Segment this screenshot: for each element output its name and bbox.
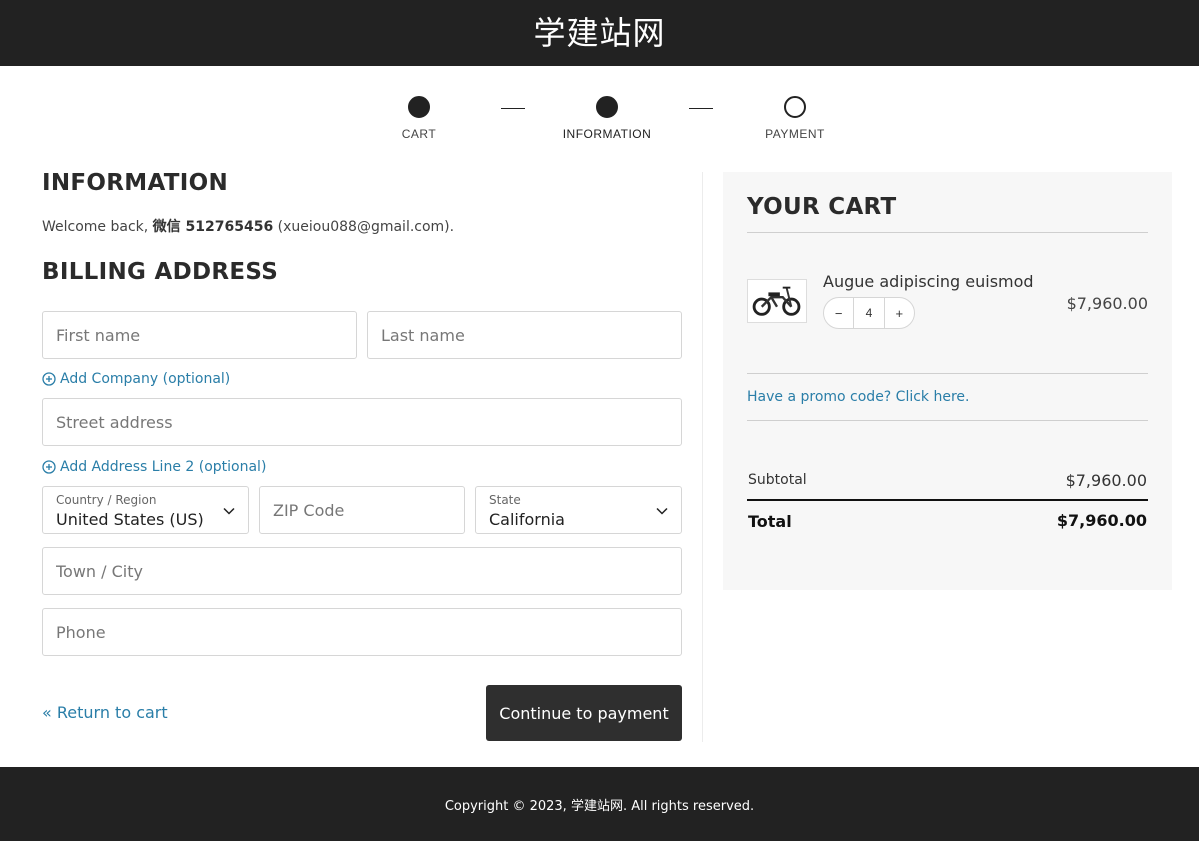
plus-circle-icon <box>42 372 56 386</box>
country-select[interactable]: Country / Region United States (US) <box>42 486 249 534</box>
subtotal-label: Subtotal <box>748 472 807 488</box>
last-name-input[interactable] <box>368 312 681 358</box>
quantity-stepper: − 4 + <box>823 297 915 329</box>
cart-divider <box>747 373 1148 374</box>
user-email: (xueiou088@gmail.com). <box>273 219 455 235</box>
step-information-dot <box>596 96 618 118</box>
zip-input[interactable] <box>260 487 464 533</box>
street-address-field <box>42 398 682 446</box>
step-payment-label: PAYMENT <box>765 127 825 141</box>
return-to-cart-link[interactable]: « Return to cart <box>42 703 168 722</box>
plus-circle-icon <box>42 460 56 474</box>
information-title: INFORMATION <box>42 170 229 196</box>
total-label: Total <box>748 512 792 531</box>
last-name-field <box>367 311 682 359</box>
phone-input[interactable] <box>43 609 681 655</box>
add-company-link[interactable]: Add Company (optional) <box>42 371 230 387</box>
decrement-button[interactable]: − <box>824 298 853 328</box>
billing-address-title: BILLING ADDRESS <box>42 259 279 285</box>
step-connector <box>501 108 525 109</box>
step-payment-dot <box>784 96 806 118</box>
add-address-line2-label: Add Address Line 2 (optional) <box>60 459 267 475</box>
welcome-message: Welcome back, 微信 512765456 (xueiou088@gm… <box>42 216 682 236</box>
welcome-prefix: Welcome back, <box>42 219 153 235</box>
state-value: California <box>489 510 565 529</box>
step-cart[interactable]: CART <box>359 96 479 141</box>
subtotal-value: $7,960.00 <box>1065 471 1147 490</box>
add-address-line2-link[interactable]: Add Address Line 2 (optional) <box>42 459 266 475</box>
product-thumbnail[interactable] <box>747 279 807 323</box>
product-price: $7,960.00 <box>1066 294 1148 313</box>
phone-field <box>42 608 682 656</box>
continue-to-payment-button[interactable]: Continue to payment <box>486 685 682 741</box>
step-information: INFORMATION <box>547 96 667 141</box>
total-divider <box>747 499 1148 501</box>
state-label: State <box>489 493 521 507</box>
country-value: United States (US) <box>56 510 204 529</box>
ebike-icon <box>752 286 801 316</box>
add-company-label: Add Company (optional) <box>60 371 231 387</box>
user-name: 微信 512765456 <box>152 219 274 235</box>
first-name-field <box>42 311 357 359</box>
checkout-steps: CART INFORMATION PAYMENT <box>0 96 1199 146</box>
cart-title: YOUR CART <box>747 194 897 220</box>
top-header: 学建站网 <box>0 0 1199 66</box>
street-address-input[interactable] <box>43 399 681 445</box>
zip-field <box>259 486 465 534</box>
column-divider <box>702 172 703 742</box>
chevron-down-icon <box>223 507 235 515</box>
step-information-label: INFORMATION <box>562 127 652 141</box>
cart-summary: YOUR CART Augue adipiscing euismod − 4 +… <box>723 172 1172 590</box>
city-input[interactable] <box>43 548 681 594</box>
step-connector <box>689 108 713 109</box>
step-cart-label: CART <box>401 127 437 141</box>
step-cart-dot <box>408 96 430 118</box>
first-name-input[interactable] <box>43 312 356 358</box>
step-payment: PAYMENT <box>735 96 855 141</box>
cart-divider <box>747 232 1148 233</box>
footer: Copyright © 2023, 学建站网. All rights reser… <box>0 767 1199 841</box>
chevron-down-icon <box>656 507 668 515</box>
information-section: INFORMATION Welcome back, 微信 512765456 (… <box>42 170 682 285</box>
city-field <box>42 547 682 595</box>
country-label: Country / Region <box>56 493 157 507</box>
increment-button[interactable]: + <box>885 298 914 328</box>
quantity-value[interactable]: 4 <box>853 298 885 328</box>
site-title[interactable]: 学建站网 <box>533 17 665 49</box>
copyright-text: Copyright © 2023, 学建站网. All rights reser… <box>444 798 755 814</box>
total-value: $7,960.00 <box>1056 511 1147 530</box>
promo-code-link[interactable]: Have a promo code? Click here. <box>747 389 970 405</box>
state-select[interactable]: State California <box>475 486 682 534</box>
product-name[interactable]: Augue adipiscing euismod <box>823 272 1034 291</box>
cart-divider <box>747 420 1148 421</box>
